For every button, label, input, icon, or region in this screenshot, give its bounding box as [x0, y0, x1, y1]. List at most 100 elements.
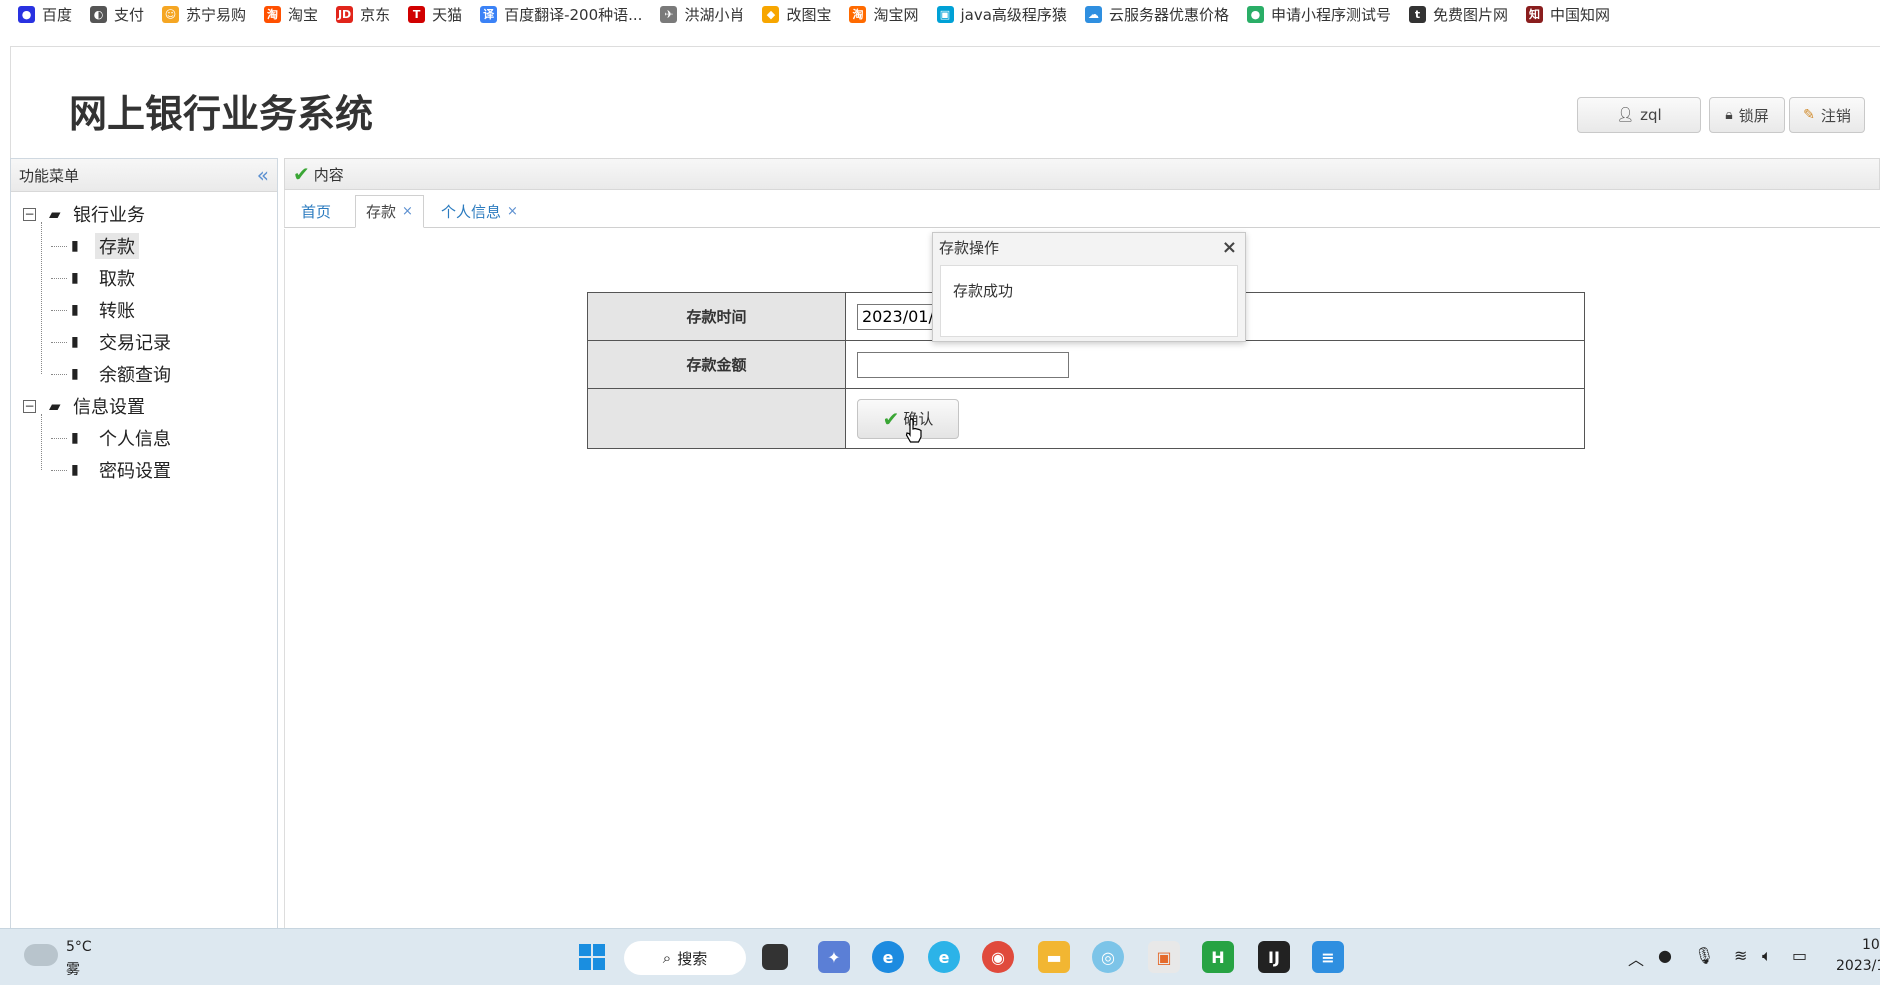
- translate-icon: 译: [480, 5, 498, 23]
- tree-connector-line: [51, 342, 67, 343]
- taskbar-search[interactable]: ⌕ 搜索: [624, 941, 746, 975]
- bookmark-label: 百度翻译-200种语...: [504, 5, 643, 24]
- baidu-icon: ●: [18, 5, 35, 23]
- lock-icon: 🔒︎: [1725, 107, 1733, 123]
- notepad-icon[interactable]: ≡: [1312, 941, 1344, 973]
- lock-screen-button[interactable]: 🔒︎ 锁屏: [1709, 97, 1785, 133]
- menu-tree: − ▰ 银行业务 ▮ 存款 ▮ 取款 ▮ 转账 ▮ 交易记录 ▮ 余额查询 − ▰ 信息设置 ▮ 个人信息 ▮ 密码设…: [11, 192, 277, 486]
- bilibili-icon: ▣: [936, 5, 954, 23]
- bookmark-item[interactable]: T 天猫: [408, 4, 462, 25]
- taobao-net-icon: 淘: [849, 5, 867, 23]
- hbuilder-icon[interactable]: H: [1202, 941, 1234, 973]
- app-tool-icon[interactable]: ✦: [818, 941, 850, 973]
- content-panel-header: ✔ 内容: [284, 158, 1880, 190]
- collapse-toggle-icon[interactable]: −: [23, 207, 36, 221]
- deposit-dialog: 存款操作 × 存款成功: [932, 232, 1246, 342]
- tree-item[interactable]: ▮ 交易记录: [11, 326, 277, 358]
- bookmark-label: 改图宝: [786, 5, 832, 24]
- file-explorer-icon[interactable]: ▬: [1038, 941, 1070, 973]
- tree-group[interactable]: − ▰ 信息设置: [11, 390, 277, 422]
- bookmark-item[interactable]: ✈ 洪湖小肖: [660, 4, 744, 25]
- bookmark-label: 苏宁易购: [186, 5, 247, 24]
- confirm-cell: ✔ 确认: [845, 388, 1585, 449]
- app-circle-icon[interactable]: ◎: [1092, 941, 1124, 973]
- bookmark-item[interactable]: ◐ 支付: [90, 4, 144, 25]
- check-icon: ✔: [882, 406, 900, 431]
- tree-connector-line: [51, 374, 67, 375]
- tab-bar: 首页 存款 × 个人信息 ×: [284, 190, 1880, 228]
- user-button[interactable]: 👤︎ zql: [1577, 97, 1701, 133]
- tree-connector-line: [51, 246, 67, 247]
- ie-browser-icon[interactable]: e: [928, 941, 960, 973]
- deposit-amount-label: 存款金额: [587, 340, 846, 389]
- tree-item[interactable]: ▮ 个人信息: [11, 422, 277, 454]
- sidebar-header: 功能菜单 «: [11, 159, 277, 192]
- close-icon[interactable]: ×: [1222, 237, 1237, 258]
- presentation-icon[interactable]: ▣: [1148, 941, 1180, 973]
- tree-item[interactable]: ▮ 取款: [11, 262, 277, 294]
- tmall-icon: T: [408, 5, 426, 23]
- bookmark-item[interactable]: 译百度翻译-200种语...: [480, 4, 642, 25]
- file-icon: ▮: [71, 430, 79, 446]
- bookmark-label: java高级程序猿: [960, 5, 1067, 24]
- edge-browser-icon[interactable]: e: [872, 941, 904, 973]
- tree-connector-line: [51, 438, 67, 439]
- jd-icon: JD: [336, 5, 354, 23]
- content-panel-title: 内容: [313, 165, 344, 184]
- tree-connector-line: [51, 310, 67, 311]
- tree-item[interactable]: ▮ 密码设置: [11, 454, 277, 486]
- bookmark-item[interactable]: JD 京东: [336, 4, 390, 25]
- bookmark-item[interactable]: ☺ 苏宁易购: [162, 4, 246, 25]
- bookmark-item[interactable]: ● 百度: [18, 4, 72, 25]
- bookmark-label: 申请小程序测试号: [1270, 5, 1391, 24]
- gaitubao-icon: ◆: [762, 5, 780, 23]
- tab-label: 个人信息: [441, 203, 502, 221]
- tree-item-label: 密码设置: [99, 461, 171, 482]
- battery-icon[interactable]: ▭: [1792, 946, 1807, 965]
- bookmark-item[interactable]: ◆ 改图宝: [762, 4, 831, 25]
- bookmark-item[interactable]: 知中国知网: [1525, 4, 1610, 25]
- check-icon: ✔: [293, 162, 310, 186]
- tree-item[interactable]: ▮ 存款: [11, 230, 277, 262]
- tab-deposit[interactable]: 存款 ×: [355, 195, 424, 228]
- start-windows-icon[interactable]: [576, 941, 608, 973]
- sidebar-title: 功能菜单: [19, 166, 80, 185]
- tab-close-icon[interactable]: ×: [402, 204, 413, 219]
- bookmark-item[interactable]: 淘淘宝网: [849, 4, 919, 25]
- tab-home[interactable]: 首页: [291, 195, 341, 228]
- file-icon: ▮: [71, 366, 79, 382]
- microphone-icon[interactable]: 🎙︎: [1694, 946, 1714, 965]
- lock-label: 锁屏: [1738, 106, 1769, 125]
- tab-close-icon[interactable]: ×: [507, 204, 518, 219]
- collapse-toggle-icon[interactable]: −: [23, 399, 36, 413]
- taskbar: 5°C 雾 ⌕ 搜索 ✦ e e ◉ ▬ ◎ ▣ H IJ ≡ ︿ ● 🎙︎ ≋…: [0, 928, 1880, 985]
- tree-group[interactable]: − ▰ 银行业务: [11, 198, 277, 230]
- chevron-up-icon[interactable]: ︿: [1628, 946, 1644, 970]
- bookmark-item[interactable]: ▣ java高级程序猿: [936, 4, 1067, 25]
- bookmark-label: 淘宝: [288, 5, 319, 24]
- deposit-amount-input[interactable]: [857, 351, 1069, 378]
- intellij-icon[interactable]: IJ: [1258, 941, 1290, 973]
- clock-time: 10:: [1862, 937, 1880, 953]
- deposit-time-label: 存款时间: [587, 292, 846, 341]
- bookmark-item[interactable]: ● 申请小程序测试号: [1246, 4, 1391, 25]
- tab-personal-info[interactable]: 个人信息 ×: [431, 195, 528, 228]
- clock-date: 2023/1: [1836, 958, 1880, 974]
- suning-icon: ☺: [162, 5, 180, 23]
- qq-icon[interactable]: ●: [1658, 946, 1672, 965]
- tree-item-label: 交易记录: [99, 333, 171, 354]
- bookmark-label: 免费图片网: [1432, 5, 1508, 24]
- bookmark-item[interactable]: t 免费图片网: [1408, 4, 1508, 25]
- chrome-browser-icon[interactable]: ◉: [982, 941, 1014, 973]
- tree-item[interactable]: ▮ 转账: [11, 294, 277, 326]
- wifi-icon[interactable]: ≋: [1734, 946, 1747, 965]
- file-icon: ▮: [71, 334, 79, 350]
- search-label: 搜索: [677, 949, 708, 968]
- logout-button[interactable]: ✎ 注销: [1789, 97, 1865, 133]
- collapse-sidebar-icon[interactable]: «: [257, 163, 269, 187]
- speaker-icon[interactable]: 🔈︎: [1762, 946, 1772, 966]
- bookmark-item[interactable]: ☁ 云服务器优惠价格: [1084, 4, 1229, 25]
- bookmark-item[interactable]: 淘淘宝: [264, 4, 318, 25]
- tree-item[interactable]: ▮ 余额查询: [11, 358, 277, 390]
- task-view-icon[interactable]: [762, 944, 788, 970]
